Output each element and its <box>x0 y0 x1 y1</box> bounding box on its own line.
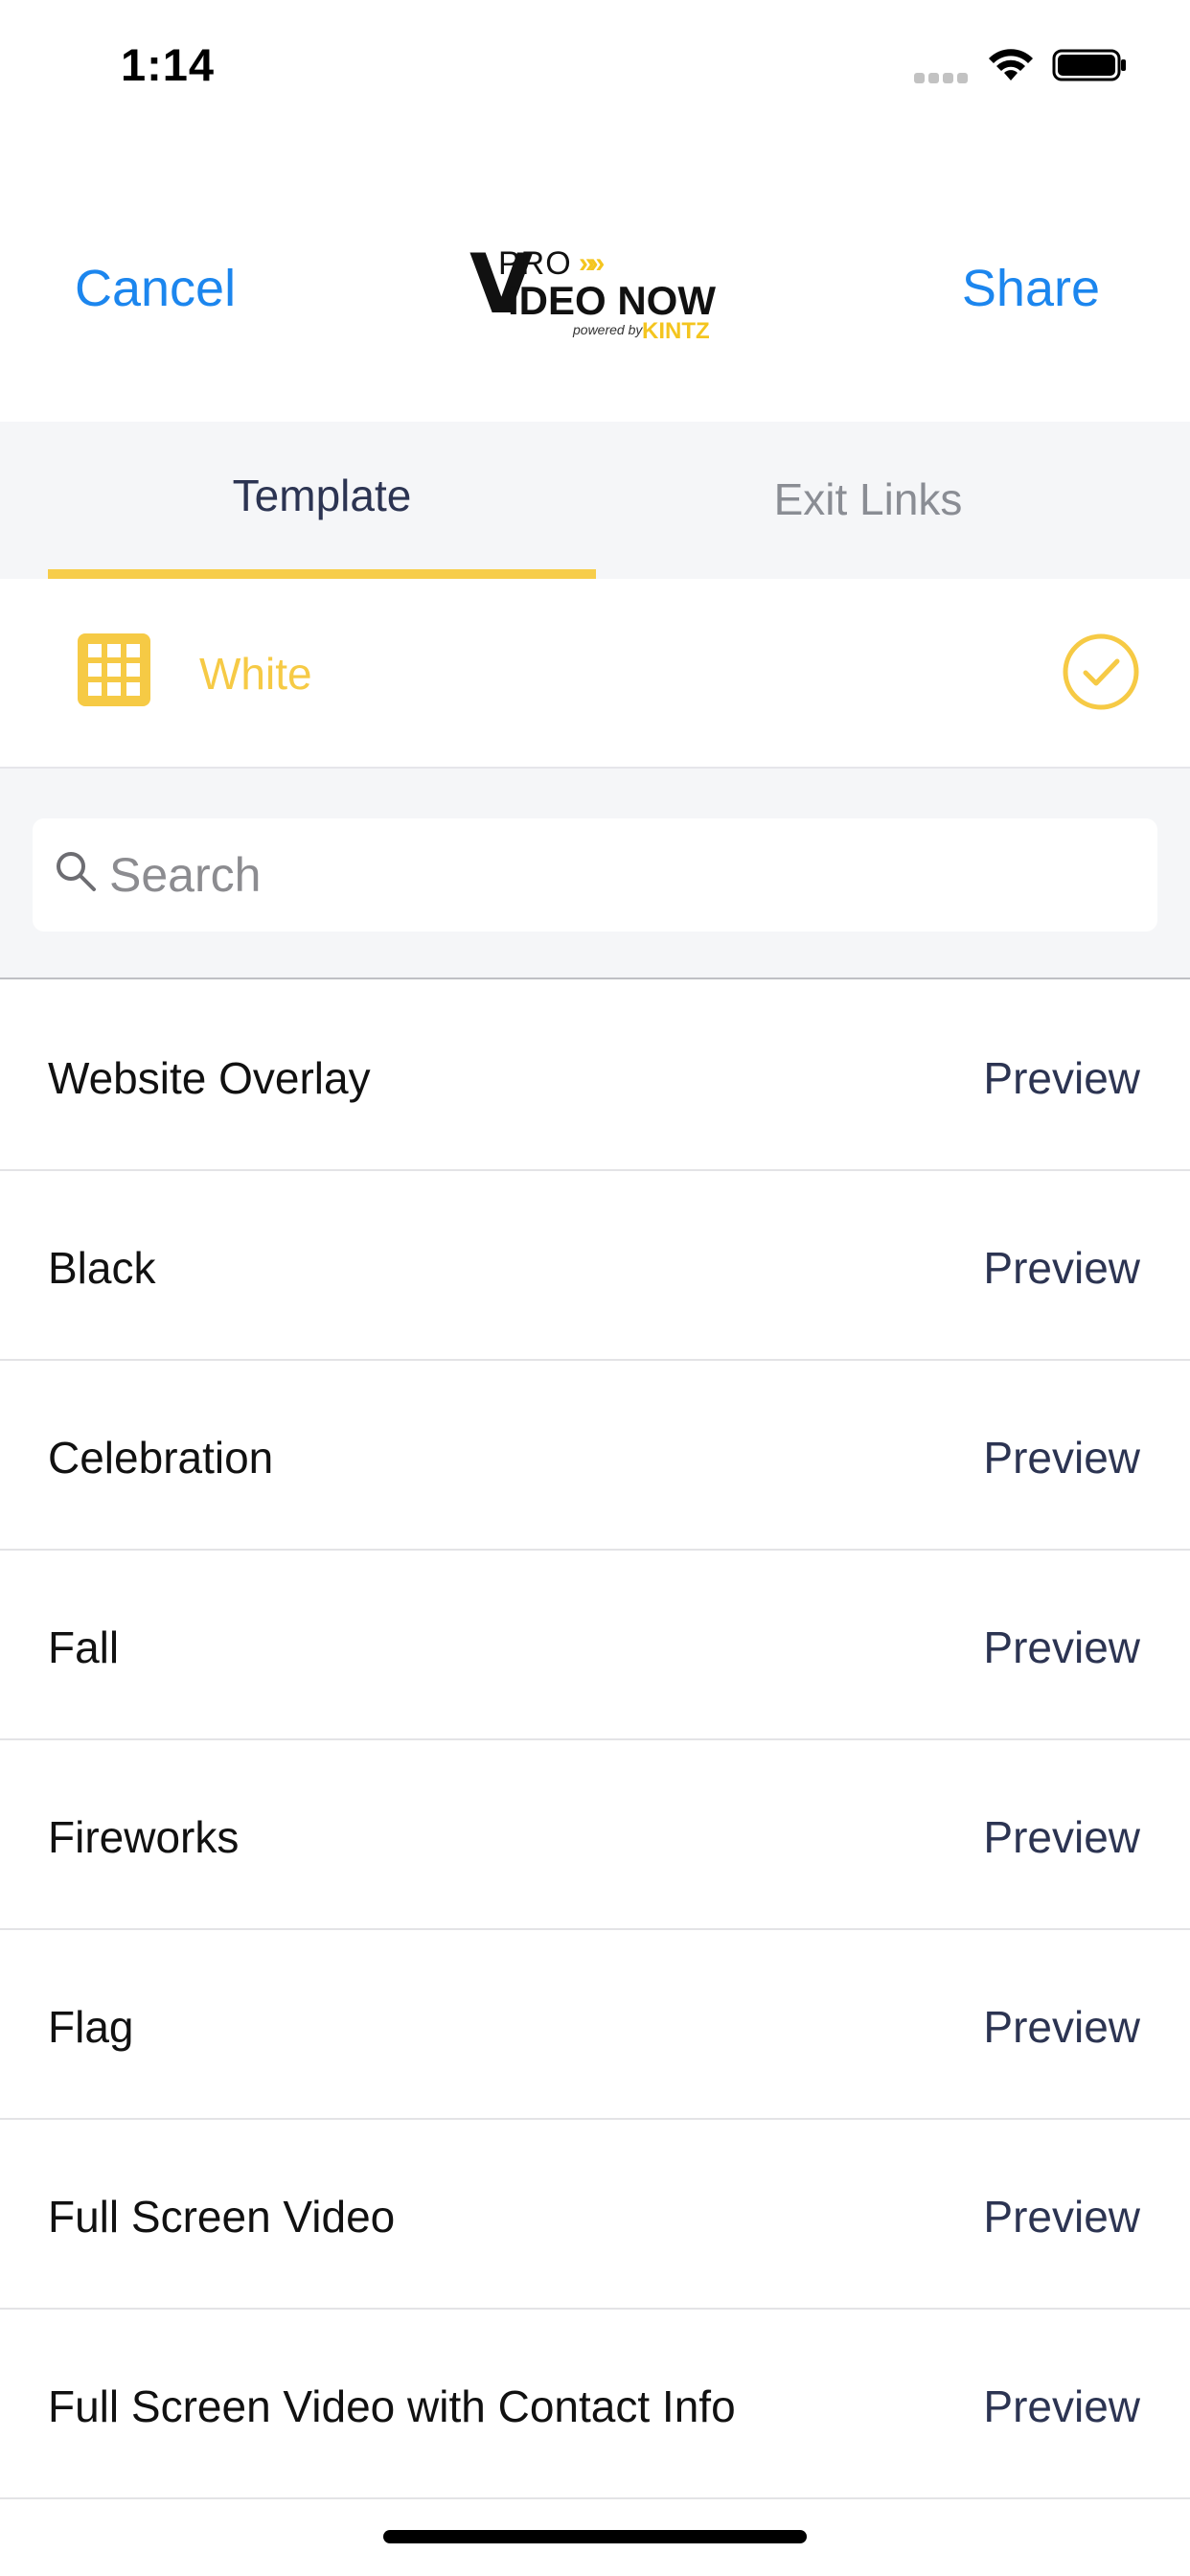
list-item[interactable]: Black Preview <box>0 1171 1190 1361</box>
template-name: Fireworks <box>48 1812 240 1862</box>
share-button[interactable]: Share <box>962 259 1100 318</box>
tab-exit-links-label: Exit Links <box>773 474 963 524</box>
template-name: Black <box>48 1243 156 1293</box>
pro-video-now-logo: V PRO »» IDEO NOW powered by KINTZ <box>469 238 728 344</box>
template-name: Celebration <box>48 1433 274 1483</box>
wifi-icon <box>989 49 1033 80</box>
selected-template-label: White <box>199 649 312 699</box>
status-bar: 1:14 <box>0 0 1190 126</box>
logo-kintz: KINTZ <box>642 318 710 344</box>
battery-icon <box>1052 49 1126 81</box>
tab-exit-links[interactable]: Exit Links <box>594 422 1142 579</box>
template-list: Website Overlay Preview Black Preview Ce… <box>0 981 1190 2499</box>
preview-button[interactable]: Preview <box>983 2380 1140 2432</box>
template-name: Flag <box>48 2002 134 2052</box>
list-item[interactable]: Celebration Preview <box>0 1361 1190 1551</box>
list-item[interactable]: Fireworks Preview <box>0 1740 1190 1930</box>
tab-bar: Template Exit Links <box>0 422 1190 579</box>
search-area <box>0 769 1190 979</box>
cellular-signal-icon <box>914 71 972 83</box>
logo-powered-by: powered by <box>573 322 643 337</box>
tab-template-label: Template <box>232 471 412 520</box>
search-input[interactable] <box>107 818 1142 932</box>
home-indicator[interactable] <box>383 2530 807 2543</box>
status-time: 1:14 <box>121 39 216 90</box>
active-tab-indicator <box>48 569 596 579</box>
selected-template-row[interactable]: White <box>0 579 1190 769</box>
grid-icon <box>78 633 150 706</box>
search-box[interactable] <box>33 818 1157 932</box>
preview-button[interactable]: Preview <box>983 2191 1140 2242</box>
preview-button[interactable]: Preview <box>983 1622 1140 1673</box>
list-item[interactable]: Flag Preview <box>0 1930 1190 2120</box>
tab-template[interactable]: Template <box>48 422 596 579</box>
template-name: Full Screen Video with Contact Info <box>48 2381 736 2431</box>
list-item[interactable]: Full Screen Video Preview <box>0 2120 1190 2310</box>
preview-button[interactable]: Preview <box>983 1242 1140 1294</box>
checkmark-circle-icon <box>1063 633 1139 710</box>
list-item[interactable]: Fall Preview <box>0 1551 1190 1740</box>
preview-button[interactable]: Preview <box>983 1811 1140 1863</box>
search-icon <box>57 852 96 891</box>
logo-chevrons: »» <box>579 247 605 279</box>
list-item[interactable]: Website Overlay Preview <box>0 981 1190 1171</box>
nav-bar: Cancel V PRO »» IDEO NOW powered by KINT… <box>0 211 1190 364</box>
cancel-button[interactable]: Cancel <box>75 259 236 318</box>
preview-button[interactable]: Preview <box>983 1052 1140 1104</box>
template-name: Full Screen Video <box>48 2192 396 2242</box>
list-item[interactable]: Full Screen Video with Contact Info Prev… <box>0 2310 1190 2499</box>
template-name: Fall <box>48 1622 120 1672</box>
preview-button[interactable]: Preview <box>983 1432 1140 1484</box>
preview-button[interactable]: Preview <box>983 2001 1140 2053</box>
template-name: Website Overlay <box>48 1053 371 1103</box>
logo-video-now: IDEO NOW <box>508 278 716 323</box>
